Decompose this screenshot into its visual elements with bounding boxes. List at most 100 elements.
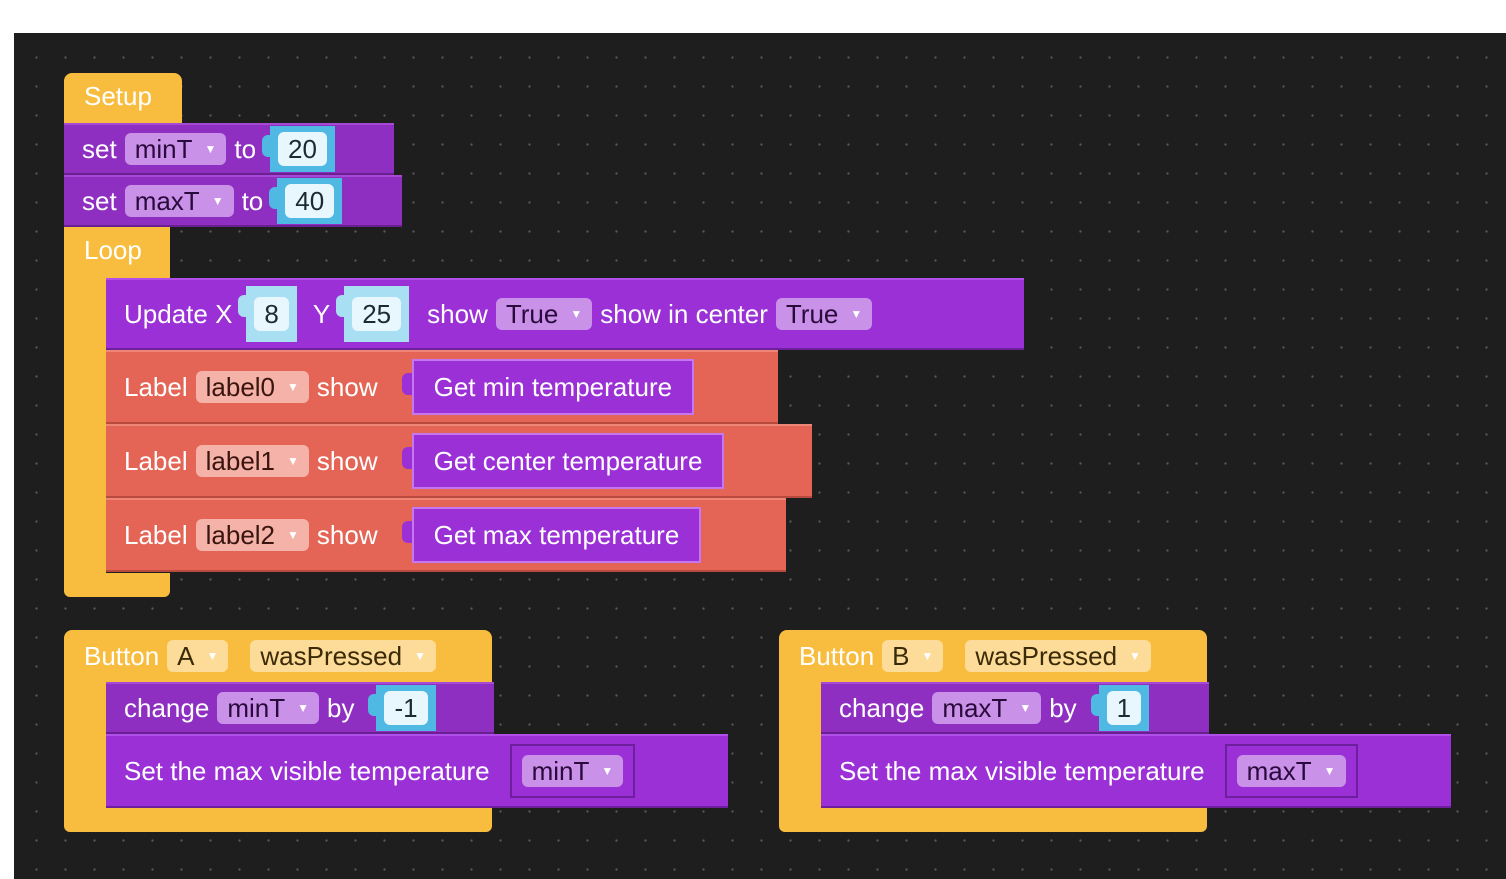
change-maxT-block[interactable]: change maxT ▼ by 1 bbox=[821, 682, 1209, 734]
chevron-down-icon: ▼ bbox=[206, 649, 219, 663]
set-max-visible-temp-block-a[interactable]: Set the max visible temperature minT ▼ bbox=[106, 734, 728, 808]
label1-show-block[interactable]: Label label1 ▼ show Get center temperatur… bbox=[106, 424, 812, 498]
change-minT-block[interactable]: change minT ▼ by -1 bbox=[106, 682, 494, 734]
set-minT-block[interactable]: set minT ▼ to 20 bbox=[64, 123, 394, 175]
dropdown-value: minT bbox=[531, 755, 590, 786]
number-field-y[interactable]: 25 bbox=[352, 297, 402, 331]
button-b-dropdown[interactable]: B ▼ bbox=[882, 640, 944, 672]
number-block-change-b[interactable]: 1 bbox=[1090, 685, 1150, 731]
button-b-c-arm bbox=[779, 682, 821, 812]
set-maxT-block[interactable]: set maxT ▼ to 40 bbox=[64, 175, 402, 227]
variable-reporter-maxT[interactable]: maxT ▼ bbox=[1214, 744, 1358, 798]
button-b-event-dropdown[interactable]: wasPressed ▼ bbox=[965, 640, 1151, 672]
show-in-center-label: show in center bbox=[600, 298, 768, 329]
label1-dropdown[interactable]: label1 ▼ bbox=[195, 445, 309, 477]
change-variable-dropdown-maxT[interactable]: maxT ▼ bbox=[932, 692, 1042, 724]
button-b-hat-block[interactable]: Button B ▼ wasPressed ▼ bbox=[779, 630, 1207, 682]
dropdown-value: maxT bbox=[942, 692, 1008, 723]
dropdown-value: True bbox=[785, 298, 839, 329]
set-keyword: set bbox=[82, 133, 117, 164]
show-in-center-dropdown[interactable]: True ▼ bbox=[775, 298, 873, 330]
get-center-temperature-reporter[interactable]: Get center temperature bbox=[401, 433, 725, 489]
by-keyword: by bbox=[1049, 692, 1077, 723]
label-keyword: Label bbox=[124, 519, 188, 550]
variable-dropdown[interactable]: minT ▼ bbox=[521, 755, 624, 787]
label2-show-block[interactable]: Label label2 ▼ show Get max temperature bbox=[106, 498, 786, 572]
number-field-maxT[interactable]: 40 bbox=[285, 184, 335, 218]
number-block-maxT[interactable]: 40 bbox=[269, 178, 343, 224]
set-max-visible-label: Set the max visible temperature bbox=[839, 755, 1205, 786]
label0-dropdown[interactable]: label0 ▼ bbox=[195, 371, 309, 403]
loop-c-bottom bbox=[64, 573, 170, 597]
chevron-down-icon: ▼ bbox=[921, 649, 934, 663]
dropdown-value: wasPressed bbox=[975, 640, 1118, 671]
chevron-down-icon: ▼ bbox=[204, 142, 217, 156]
dropdown-value: maxT bbox=[1246, 755, 1312, 786]
chevron-down-icon: ▼ bbox=[1129, 649, 1141, 663]
chevron-down-icon: ▼ bbox=[211, 194, 224, 208]
label0-show-block[interactable]: Label label0 ▼ show Get min temperature bbox=[106, 350, 778, 424]
dropdown-value: label1 bbox=[205, 445, 276, 476]
chevron-down-icon: ▼ bbox=[1019, 701, 1032, 715]
show-label: show bbox=[427, 298, 488, 329]
change-keyword: change bbox=[839, 692, 925, 723]
get-min-temperature-reporter[interactable]: Get min temperature bbox=[401, 359, 695, 415]
chevron-down-icon: ▼ bbox=[287, 380, 299, 394]
set-max-visible-temp-block-b[interactable]: Set the max visible temperature maxT ▼ bbox=[821, 734, 1451, 808]
number-block-x[interactable]: 8 bbox=[238, 286, 297, 342]
label-keyword: Label bbox=[124, 371, 188, 402]
show-keyword: show bbox=[316, 519, 378, 550]
dropdown-value: True bbox=[505, 298, 559, 329]
button-a-c-arm bbox=[64, 682, 106, 812]
y-label: Y bbox=[312, 298, 331, 329]
variable-dropdown-maxT[interactable]: maxT ▼ bbox=[124, 185, 234, 217]
button-keyword: Button bbox=[799, 640, 875, 671]
button-a-c-bottom bbox=[64, 808, 492, 832]
chevron-down-icon: ▼ bbox=[414, 649, 426, 663]
chevron-down-icon: ▼ bbox=[601, 764, 614, 778]
number-block-y[interactable]: 25 bbox=[336, 286, 410, 342]
variable-reporter-minT[interactable]: minT ▼ bbox=[499, 744, 636, 798]
change-keyword: change bbox=[124, 692, 210, 723]
by-keyword: by bbox=[326, 692, 355, 723]
dropdown-value: A bbox=[177, 640, 195, 671]
get-max-temperature-reporter[interactable]: Get max temperature bbox=[401, 507, 702, 563]
number-field-change-b[interactable]: 1 bbox=[1106, 691, 1142, 725]
button-keyword: Button bbox=[84, 640, 160, 671]
number-field-minT[interactable]: 20 bbox=[278, 132, 327, 166]
dropdown-value: label2 bbox=[205, 519, 276, 550]
button-a-hat-block[interactable]: Button A ▼ wasPressed ▼ bbox=[64, 630, 492, 682]
chevron-down-icon: ▼ bbox=[850, 307, 863, 321]
show-dropdown[interactable]: True ▼ bbox=[495, 298, 593, 330]
show-keyword: show bbox=[316, 371, 378, 402]
update-display-block[interactable]: Update X 8 Y 25 show True ▼ show in cente… bbox=[106, 278, 1024, 350]
to-keyword: to bbox=[234, 133, 257, 164]
chevron-down-icon: ▼ bbox=[570, 307, 583, 321]
chevron-down-icon: ▼ bbox=[1323, 764, 1336, 778]
button-a-dropdown[interactable]: A ▼ bbox=[167, 640, 229, 672]
number-field-x[interactable]: 8 bbox=[254, 297, 289, 331]
setup-hat-label: Setup bbox=[84, 81, 152, 111]
label2-dropdown[interactable]: label2 ▼ bbox=[195, 519, 309, 551]
number-field-change-a[interactable]: -1 bbox=[384, 691, 428, 725]
dropdown-value: minT bbox=[227, 692, 286, 723]
dropdown-value: label0 bbox=[205, 371, 276, 402]
change-variable-dropdown-minT[interactable]: minT ▼ bbox=[217, 692, 319, 724]
chevron-down-icon: ▼ bbox=[287, 528, 299, 542]
update-x-label: Update X bbox=[124, 298, 233, 329]
chevron-down-icon: ▼ bbox=[287, 454, 299, 468]
loop-hat-label: Loop bbox=[84, 235, 142, 265]
dropdown-value: B bbox=[892, 640, 910, 671]
number-block-minT[interactable]: 20 bbox=[262, 126, 335, 172]
variable-dropdown-minT[interactable]: minT ▼ bbox=[124, 133, 227, 165]
variable-dropdown[interactable]: maxT ▼ bbox=[1236, 755, 1346, 787]
blocks-workspace[interactable]: Setup set minT ▼ to 20 set maxT ▼ to 40 Lo… bbox=[14, 33, 1506, 879]
variable-name: minT bbox=[134, 133, 193, 164]
button-a-event-dropdown[interactable]: wasPressed ▼ bbox=[250, 640, 436, 672]
dropdown-value: wasPressed bbox=[260, 640, 403, 671]
number-block-change-a[interactable]: -1 bbox=[368, 685, 436, 731]
button-b-c-bottom bbox=[779, 808, 1207, 832]
variable-name: maxT bbox=[134, 185, 200, 216]
set-max-visible-label: Set the max visible temperature bbox=[124, 755, 490, 786]
to-keyword: to bbox=[241, 185, 264, 216]
